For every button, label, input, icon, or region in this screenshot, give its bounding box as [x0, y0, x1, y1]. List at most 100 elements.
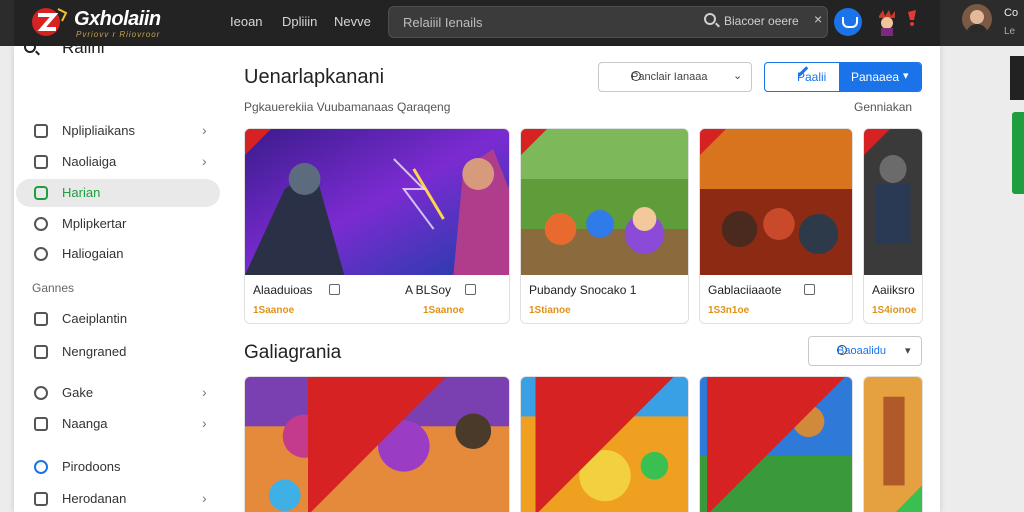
- nav-item-3[interactable]: Nevve: [334, 14, 371, 29]
- document-icon: [34, 345, 48, 359]
- people-icon: [34, 247, 48, 261]
- sidebar-item-label: Mplipkertar: [62, 216, 127, 231]
- sidebar-item-4[interactable]: Mplipkertar: [16, 210, 220, 238]
- sidebar-item-2[interactable]: Naoliaiga ›: [16, 148, 220, 176]
- sidebar-item-1[interactable]: Nplipliaikans ›: [16, 117, 220, 145]
- game-price: 1S3n1oe: [708, 305, 750, 316]
- search-icon[interactable]: [704, 13, 716, 25]
- notification-icon[interactable]: [906, 10, 918, 26]
- check-icon: [34, 186, 48, 200]
- sort-label: Baoaalidu: [837, 345, 886, 357]
- game-card-3[interactable]: Gablaciiaaote 1S3n1oe: [699, 128, 853, 324]
- user-sub: Le: [1004, 26, 1016, 37]
- chevron-right-icon: ›: [202, 490, 207, 506]
- search-scope[interactable]: Biacoer oeere: [724, 14, 799, 28]
- sidebar-item-label: Nplipliaikans: [62, 123, 135, 138]
- game-cover-image[interactable]: [864, 377, 922, 512]
- game-title[interactable]: Pubandy Snocako 1: [529, 283, 636, 297]
- sidebar-item-9[interactable]: Naanga ›: [16, 410, 220, 438]
- game-card-1[interactable]: Alaaduioas A BLSoy 1Saanoe 1Saanoe: [244, 128, 510, 324]
- grid-icon: [34, 124, 48, 138]
- primary-action-button[interactable]: Panaaea ▾: [839, 63, 921, 91]
- chevron-down-icon: ▾: [905, 345, 911, 357]
- sidebar-item-active[interactable]: Harian: [16, 179, 220, 207]
- edit-icon: [34, 386, 48, 400]
- sidebar-item-10[interactable]: Pirodoons: [16, 453, 220, 481]
- game-card-8[interactable]: [863, 376, 923, 512]
- puzzle-icon: [34, 460, 48, 474]
- gear-icon: [34, 217, 48, 231]
- search-placeholder: Relaiiil Ienails: [403, 15, 483, 30]
- sidebar-item-label: Caeiplantin: [62, 311, 128, 326]
- chevron-right-icon: ›: [202, 415, 207, 431]
- brand-logo-icon[interactable]: [28, 5, 68, 39]
- side-thumbnail[interactable]: [1010, 56, 1024, 100]
- game-title[interactable]: Aaiiksro: [872, 283, 915, 297]
- new-badge-icon: [864, 129, 890, 155]
- see-all-link[interactable]: Genniakan: [854, 100, 912, 114]
- section-sort-dropdown[interactable]: Baoaalidu ▾: [808, 336, 922, 366]
- shield-icon: [34, 312, 48, 326]
- game-card-5[interactable]: [244, 376, 510, 512]
- new-badge-icon: [707, 377, 845, 512]
- new-badge-icon: [700, 129, 726, 155]
- edit-button-label: Paalii: [797, 70, 827, 84]
- sidebar-item-label: Naoliaiga: [62, 154, 117, 169]
- section-title: Galiagrania: [244, 342, 342, 363]
- game-card-6[interactable]: [520, 376, 689, 512]
- filter-label: Panclair Ianaaa: [631, 71, 708, 83]
- sidebar-item-label: Gake: [62, 385, 94, 400]
- nav-item-1[interactable]: Ieoan: [230, 14, 263, 29]
- user-label[interactable]: Co: [1004, 7, 1018, 19]
- sidebar-item-label: Harian: [62, 185, 101, 200]
- edit-button[interactable]: Paalii: [765, 63, 839, 91]
- bookmark-icon: [34, 155, 48, 169]
- game-card-7[interactable]: [699, 376, 853, 512]
- sidebar-section-label: Gannes: [32, 281, 75, 295]
- new-badge-icon: [308, 377, 446, 512]
- chevron-right-icon: ›: [202, 153, 207, 169]
- square-icon: [34, 417, 48, 431]
- chevron-down-icon: ▾: [903, 70, 909, 82]
- game-title[interactable]: Gablaciiaaote: [708, 283, 781, 297]
- game-title[interactable]: Alaaduioas: [253, 283, 312, 297]
- calendar-icon: [34, 492, 48, 506]
- sidebar-item-label: Herodanan: [62, 491, 127, 506]
- game-cover-image[interactable]: [245, 129, 509, 275]
- info-icon[interactable]: [804, 284, 815, 295]
- chevron-down-icon: ⌄: [733, 70, 743, 82]
- sidebar-item-label: Haliogaian: [62, 246, 124, 261]
- avatar[interactable]: [962, 4, 992, 34]
- brand-name[interactable]: Gxholaiin: [74, 8, 161, 31]
- info-icon[interactable]: [329, 284, 340, 295]
- sidebar-item-11[interactable]: Herodanan ›: [16, 485, 220, 512]
- game-subtitle: A BLSoy: [405, 283, 452, 297]
- close-icon[interactable]: ×: [814, 11, 822, 27]
- game-card-4[interactable]: Aaiiksro 1S4ionoe: [863, 128, 923, 324]
- side-green-tab[interactable]: [1012, 112, 1024, 194]
- sidebar-item-7[interactable]: Nengraned: [16, 338, 220, 366]
- game-price: 1Saanoe: [253, 305, 295, 316]
- game-price-2: 1Saanoe: [423, 305, 465, 316]
- info-icon[interactable]: [465, 284, 476, 295]
- sidebar-item-label: Pirodoons: [62, 459, 121, 474]
- page-subtitle: Pgkauerekiia Vuubamanaas Qaraqeng: [244, 100, 451, 114]
- new-badge-icon: [535, 377, 674, 512]
- page-title: Uenarlapkanani: [244, 66, 385, 88]
- new-badge-icon: [245, 129, 271, 155]
- sidebar-item-label: Naanga: [62, 416, 108, 431]
- primary-split-button[interactable]: Paalii Panaaea ▾: [764, 62, 922, 92]
- chevron-right-icon: ›: [202, 384, 207, 400]
- sidebar-item-5[interactable]: Haliogaian: [16, 240, 220, 268]
- shield-icon[interactable]: [834, 8, 862, 36]
- chevron-right-icon: ›: [202, 122, 207, 138]
- game-card-2[interactable]: Pubandy Snocako 1 1Stianoe: [520, 128, 689, 324]
- filter-dropdown[interactable]: Panclair Ianaaa ⌄: [598, 62, 752, 92]
- search-icon[interactable]: [24, 41, 36, 53]
- game-price: 1S4ionoe: [872, 305, 917, 316]
- sidebar-item-8[interactable]: Gake ›: [16, 379, 220, 407]
- sidebar-item-6[interactable]: Caeiplantin: [16, 305, 220, 333]
- sidebar-item-label: Nengraned: [62, 344, 127, 359]
- nav-item-2[interactable]: Dpliiin: [282, 14, 317, 29]
- mascot-icon[interactable]: [876, 8, 898, 36]
